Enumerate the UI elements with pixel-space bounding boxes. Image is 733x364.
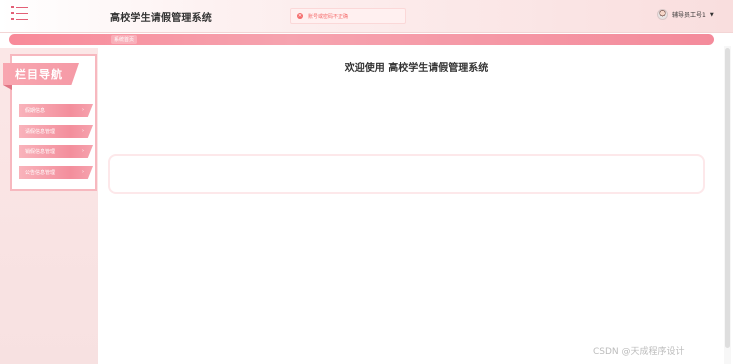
sidebar-item-label: 公告信息管理 (25, 170, 56, 176)
top-header: 高校学生请假管理系统 ✕ 账号或密码不正确 辅导员工号1 ▼ (0, 0, 733, 33)
breadcrumb: 系统首页 (9, 34, 714, 45)
sidebar-item-holiday-info[interactable]: 假期信息 › (19, 104, 93, 117)
scrollbar-thumb[interactable] (725, 48, 730, 348)
sidebar: 栏目导航 假期信息 › 请假信息管理 › 销假信息管理 › 公告信息管理 › (0, 48, 98, 364)
toast-message: 账号或密码不正确 (308, 13, 349, 20)
error-toast: ✕ 账号或密码不正确 (290, 8, 406, 24)
error-circle-icon: ✕ (297, 13, 303, 19)
breadcrumb-home[interactable]: 系统首页 (111, 35, 138, 44)
sidebar-item-leave-management[interactable]: 请假信息管理 › (19, 125, 93, 138)
chevron-right-icon: › (82, 148, 84, 154)
chevron-right-icon: › (82, 107, 84, 113)
welcome-heading: 欢迎使用 高校学生请假管理系统 (344, 63, 489, 74)
sidebar-item-label: 请假信息管理 (25, 129, 56, 135)
sidebar-item-label: 销假信息管理 (25, 149, 56, 155)
user-menu[interactable]: 辅导员工号1 ▼ (657, 9, 714, 20)
caret-down-icon[interactable]: ▼ (710, 12, 714, 18)
app-title: 高校学生请假管理系统 (110, 13, 212, 24)
chevron-right-icon: › (82, 128, 84, 134)
watermark: CSDN @天成程序设计 (593, 347, 685, 357)
menu-toggle-icon[interactable] (11, 6, 28, 22)
content-panel (108, 154, 705, 194)
nav-ribbon-fold (3, 85, 12, 90)
chevron-right-icon: › (82, 169, 84, 175)
nav-panel: 栏目导航 假期信息 › 请假信息管理 › 销假信息管理 › 公告信息管理 › (3, 54, 97, 191)
sidebar-item-label: 假期信息 (25, 108, 46, 114)
sidebar-item-notice-management[interactable]: 公告信息管理 › (19, 166, 93, 179)
sidebar-item-return-management[interactable]: 销假信息管理 › (19, 145, 93, 158)
user-name[interactable]: 辅导员工号1 (672, 10, 706, 19)
avatar[interactable] (657, 9, 668, 20)
page-scrollbar[interactable] (724, 46, 731, 364)
